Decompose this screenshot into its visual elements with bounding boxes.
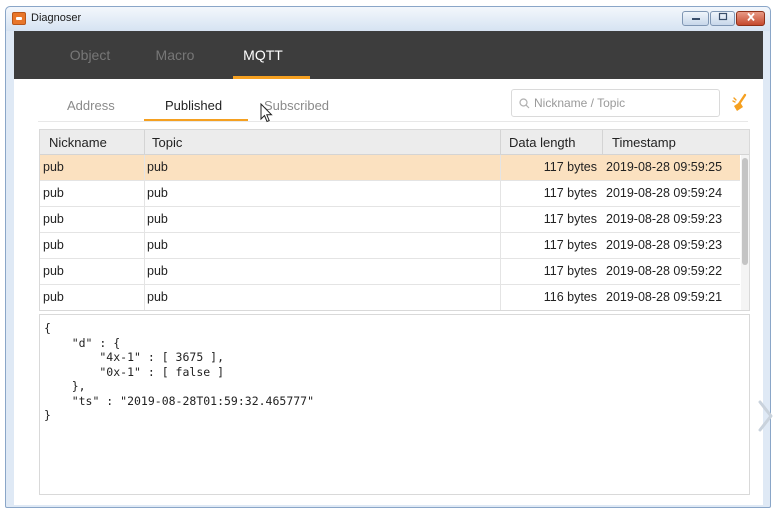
maximize-icon [718, 12, 727, 21]
cell-timestamp: 2019-08-28 09:59:25 [606, 160, 723, 174]
maximize-button[interactable] [710, 11, 735, 26]
cell-divider [500, 285, 501, 310]
cell-timestamp: 2019-08-28 09:59:21 [606, 290, 723, 304]
close-icon [746, 12, 755, 22]
cell-topic: pub [147, 212, 168, 226]
cell-timestamp: 2019-08-28 09:59:23 [606, 238, 723, 252]
cell-nickname: pub [43, 264, 64, 278]
column-header-timestamp[interactable]: Timestamp [612, 135, 676, 150]
search-input[interactable] [534, 93, 714, 113]
app-window: Diagnoser Object Macro MQTT Address Publ… [5, 6, 773, 508]
minimize-icon [691, 18, 700, 20]
cell-data-length: 116 bytes [543, 290, 597, 304]
tab-object[interactable]: Object [65, 47, 115, 63]
column-divider [500, 130, 501, 155]
cell-timestamp: 2019-08-28 09:59:24 [606, 186, 723, 200]
main-tab-bar: Object Macro MQTT [14, 31, 763, 79]
cell-divider [144, 285, 145, 310]
cell-divider [500, 233, 501, 259]
column-divider [602, 130, 603, 155]
app-icon [12, 12, 26, 25]
scrollbar-thumb[interactable] [742, 158, 748, 265]
minimize-button[interactable] [682, 11, 709, 26]
cell-data-length: 117 bytes [543, 160, 597, 174]
cell-nickname: pub [43, 160, 64, 174]
window-title: Diagnoser [31, 12, 82, 24]
table-scrollbar[interactable] [741, 155, 749, 310]
cell-nickname: pub [43, 186, 64, 200]
cell-topic: pub [147, 238, 168, 252]
table-row[interactable]: pub pub 117 bytes 2019-08-28 09:59:24 [40, 181, 740, 207]
cell-nickname: pub [43, 290, 64, 304]
cell-data-length: 117 bytes [543, 238, 597, 252]
cell-data-length: 117 bytes [543, 212, 597, 226]
cell-topic: pub [147, 264, 168, 278]
column-header-data-length[interactable]: Data length [509, 135, 576, 150]
cell-divider [144, 259, 145, 285]
cell-timestamp: 2019-08-28 09:59:23 [606, 212, 723, 226]
table-row[interactable]: pub pub 117 bytes 2019-08-28 09:59:23 [40, 207, 740, 233]
search-icon [519, 98, 530, 109]
cell-topic: pub [147, 160, 168, 174]
active-subtab-indicator [144, 119, 248, 121]
subtab-divider [38, 121, 748, 122]
cell-divider [144, 155, 145, 181]
cell-divider [500, 207, 501, 233]
close-button[interactable] [736, 11, 765, 26]
cell-timestamp: 2019-08-28 09:59:22 [606, 264, 723, 278]
cell-data-length: 117 bytes [543, 186, 597, 200]
column-divider [144, 130, 145, 155]
table-row[interactable]: pub pub 116 bytes 2019-08-28 09:59:21 [40, 285, 740, 310]
clear-broom-icon[interactable] [731, 93, 749, 113]
title-bar[interactable]: Diagnoser [6, 7, 770, 31]
table-header: Nickname Topic Data length Timestamp [40, 130, 749, 155]
next-page-arrow-icon[interactable] [756, 399, 775, 433]
cell-nickname: pub [43, 238, 64, 252]
cell-divider [144, 181, 145, 207]
table-row[interactable]: pub pub 117 bytes 2019-08-28 09:59:23 [40, 233, 740, 259]
message-detail-panel: { "d" : { "4x-1" : [ 3675 ], "0x-1" : [ … [39, 314, 750, 495]
cell-divider [144, 233, 145, 259]
client-area: Object Macro MQTT Address Published Subs… [14, 31, 763, 505]
subtab-address[interactable]: Address [67, 98, 115, 113]
tab-mqtt[interactable]: MQTT [240, 47, 286, 63]
cell-divider [500, 155, 501, 181]
mouse-cursor-icon [260, 103, 273, 123]
search-box [511, 89, 720, 117]
table-row[interactable]: pub pub 117 bytes 2019-08-28 09:59:22 [40, 259, 740, 285]
column-header-topic[interactable]: Topic [152, 135, 182, 150]
cell-topic: pub [147, 186, 168, 200]
cell-divider [500, 259, 501, 285]
messages-table: Nickname Topic Data length Timestamp pub… [39, 129, 750, 311]
tab-macro[interactable]: Macro [151, 47, 199, 63]
column-header-nickname[interactable]: Nickname [49, 135, 107, 150]
payload-json-text: { "d" : { "4x-1" : [ 3675 ], "0x-1" : [ … [44, 321, 315, 422]
cell-nickname: pub [43, 212, 64, 226]
active-tab-indicator [233, 76, 310, 79]
cell-divider [144, 207, 145, 233]
subtab-published[interactable]: Published [165, 98, 222, 113]
table-row[interactable]: pub pub 117 bytes 2019-08-28 09:59:25 [40, 155, 740, 181]
cell-divider [500, 181, 501, 207]
cell-topic: pub [147, 290, 168, 304]
cell-data-length: 117 bytes [543, 264, 597, 278]
